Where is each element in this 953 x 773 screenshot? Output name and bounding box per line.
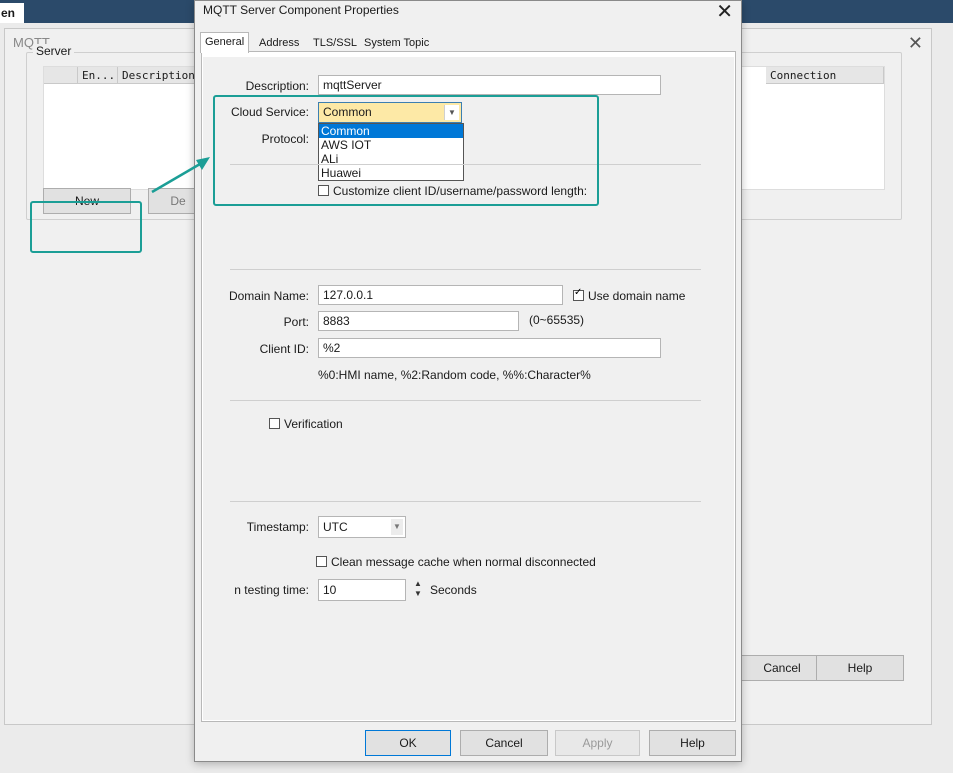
spin-button[interactable]: ▲ ▼	[411, 579, 425, 601]
cancel-button[interactable]: Cancel	[460, 730, 548, 756]
verification-checkbox[interactable]: Verification	[269, 417, 343, 431]
port-input[interactable]: 8883	[318, 311, 519, 331]
verification-label: Verification	[284, 417, 343, 431]
description-input[interactable]: mqttServer	[318, 75, 661, 95]
testing-time-input[interactable]: 10	[318, 579, 406, 601]
separator	[230, 501, 701, 502]
spin-up-icon[interactable]: ▲	[411, 579, 425, 589]
highlight-new-box	[30, 201, 142, 253]
timestamp-select[interactable]: UTC ▼	[318, 516, 406, 538]
ok-button[interactable]: OK	[365, 730, 451, 756]
timestamp-value: UTC	[323, 520, 348, 534]
separator	[230, 400, 701, 401]
description-label: Description:	[245, 79, 309, 93]
tab-system-topic[interactable]: System Topic	[360, 34, 433, 52]
checkbox-checked-icon[interactable]	[573, 287, 584, 301]
table-header-connection[interactable]: Connection	[766, 67, 884, 84]
dialog-close-icon[interactable]: ✕	[716, 0, 733, 24]
separator	[230, 269, 701, 270]
table-header-enable[interactable]: En...	[78, 67, 118, 84]
bg-cancel-button[interactable]: Cancel	[740, 655, 824, 681]
dialog-title: MQTT Server Component Properties	[203, 3, 399, 17]
client-id-input[interactable]: %2	[318, 338, 661, 358]
tab-tls-ssl[interactable]: TLS/SSL	[309, 34, 361, 52]
testing-time-unit: Seconds	[430, 583, 477, 597]
chevron-down-icon[interactable]: ▼	[391, 519, 403, 535]
client-id-label: Client ID:	[259, 342, 309, 356]
table-header-description[interactable]: Description	[118, 67, 198, 84]
checkbox-icon[interactable]	[316, 556, 327, 567]
close-icon[interactable]: ✕	[908, 33, 923, 54]
table-header-blank	[44, 67, 78, 84]
help-button[interactable]: Help	[649, 730, 736, 756]
port-label: Port:	[283, 315, 309, 329]
timestamp-label: Timestamp:	[246, 520, 309, 534]
use-domain-name-label: Use domain name	[588, 289, 686, 303]
spin-down-icon[interactable]: ▼	[411, 589, 425, 599]
domain-name-input[interactable]: 127.0.0.1	[318, 285, 563, 305]
app-tab[interactable]: en	[0, 3, 24, 23]
clean-cache-checkbox[interactable]: Clean message cache when normal disconne…	[316, 555, 596, 569]
tab-general[interactable]: General	[200, 32, 250, 53]
domain-name-label: Domain Name:	[228, 289, 309, 303]
testing-time-label: n testing time:	[234, 583, 309, 597]
apply-button[interactable]: Apply	[555, 730, 640, 756]
tab-address[interactable]: Address	[255, 34, 303, 52]
clean-cache-label: Clean message cache when normal disconne…	[331, 555, 596, 569]
server-group-label: Server	[33, 44, 75, 58]
client-id-hint: %0:HMI name, %2:Random code, %%:Characte…	[318, 368, 591, 382]
bg-help-button[interactable]: Help	[816, 655, 904, 681]
port-range-hint: (0~65535)	[529, 313, 585, 327]
highlight-cloud-service-box	[213, 95, 599, 206]
checkbox-icon[interactable]	[269, 418, 280, 429]
use-domain-name-checkbox[interactable]: Use domain name	[573, 287, 686, 303]
